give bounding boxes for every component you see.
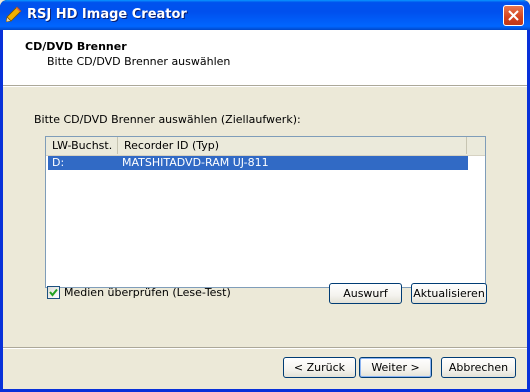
next-button[interactable]: Weiter > xyxy=(359,357,432,378)
list-item[interactable]: D: MATSHITADVD-RAM UJ-811 xyxy=(48,156,468,170)
column-header-filler xyxy=(467,137,485,154)
page-title: CD/DVD Brenner xyxy=(25,40,127,53)
wizard-header: CD/DVD Brenner Bitte CD/DVD Brenner ausw… xyxy=(3,30,527,86)
column-header-drive[interactable]: LW-Buchst. xyxy=(46,137,118,154)
cancel-button[interactable]: Abbrechen xyxy=(441,357,516,378)
header-divider xyxy=(3,86,527,87)
app-window: RSJ HD Image Creator CD/DVD Brenner Bitt… xyxy=(0,0,530,392)
window-title: RSJ HD Image Creator xyxy=(27,7,187,22)
title-bar[interactable]: RSJ HD Image Creator xyxy=(0,0,530,30)
list-header: LW-Buchst. Recorder ID (Typ) xyxy=(46,137,485,156)
checkmark-icon xyxy=(49,288,58,297)
eject-button[interactable]: Auswurf xyxy=(329,283,402,304)
recorder-id-cell: MATSHITADVD-RAM UJ-811 xyxy=(122,156,269,169)
refresh-button[interactable]: Aktualisieren xyxy=(411,283,487,304)
drive-prompt-label: Bitte CD/DVD Brenner auswählen (Ziellauf… xyxy=(34,113,301,126)
column-header-recorder[interactable]: Recorder ID (Typ) xyxy=(118,137,467,154)
back-button[interactable]: < Zurück xyxy=(283,357,356,378)
close-icon xyxy=(508,10,519,21)
close-button[interactable] xyxy=(503,5,524,26)
footer-divider-highlight xyxy=(3,348,527,349)
drive-letter-cell: D: xyxy=(52,156,65,169)
dialog-client-area: CD/DVD Brenner Bitte CD/DVD Brenner ausw… xyxy=(3,30,527,389)
verify-media-label: Medien überprüfen (Lese-Test) xyxy=(64,286,231,299)
verify-media-checkbox[interactable] xyxy=(47,286,60,299)
pencil-icon xyxy=(5,6,22,23)
page-subtitle: Bitte CD/DVD Brenner auswählen xyxy=(47,55,231,68)
burner-list[interactable]: LW-Buchst. Recorder ID (Typ) D: MATSHITA… xyxy=(45,136,486,288)
verify-media-option[interactable]: Medien überprüfen (Lese-Test) xyxy=(47,286,231,299)
